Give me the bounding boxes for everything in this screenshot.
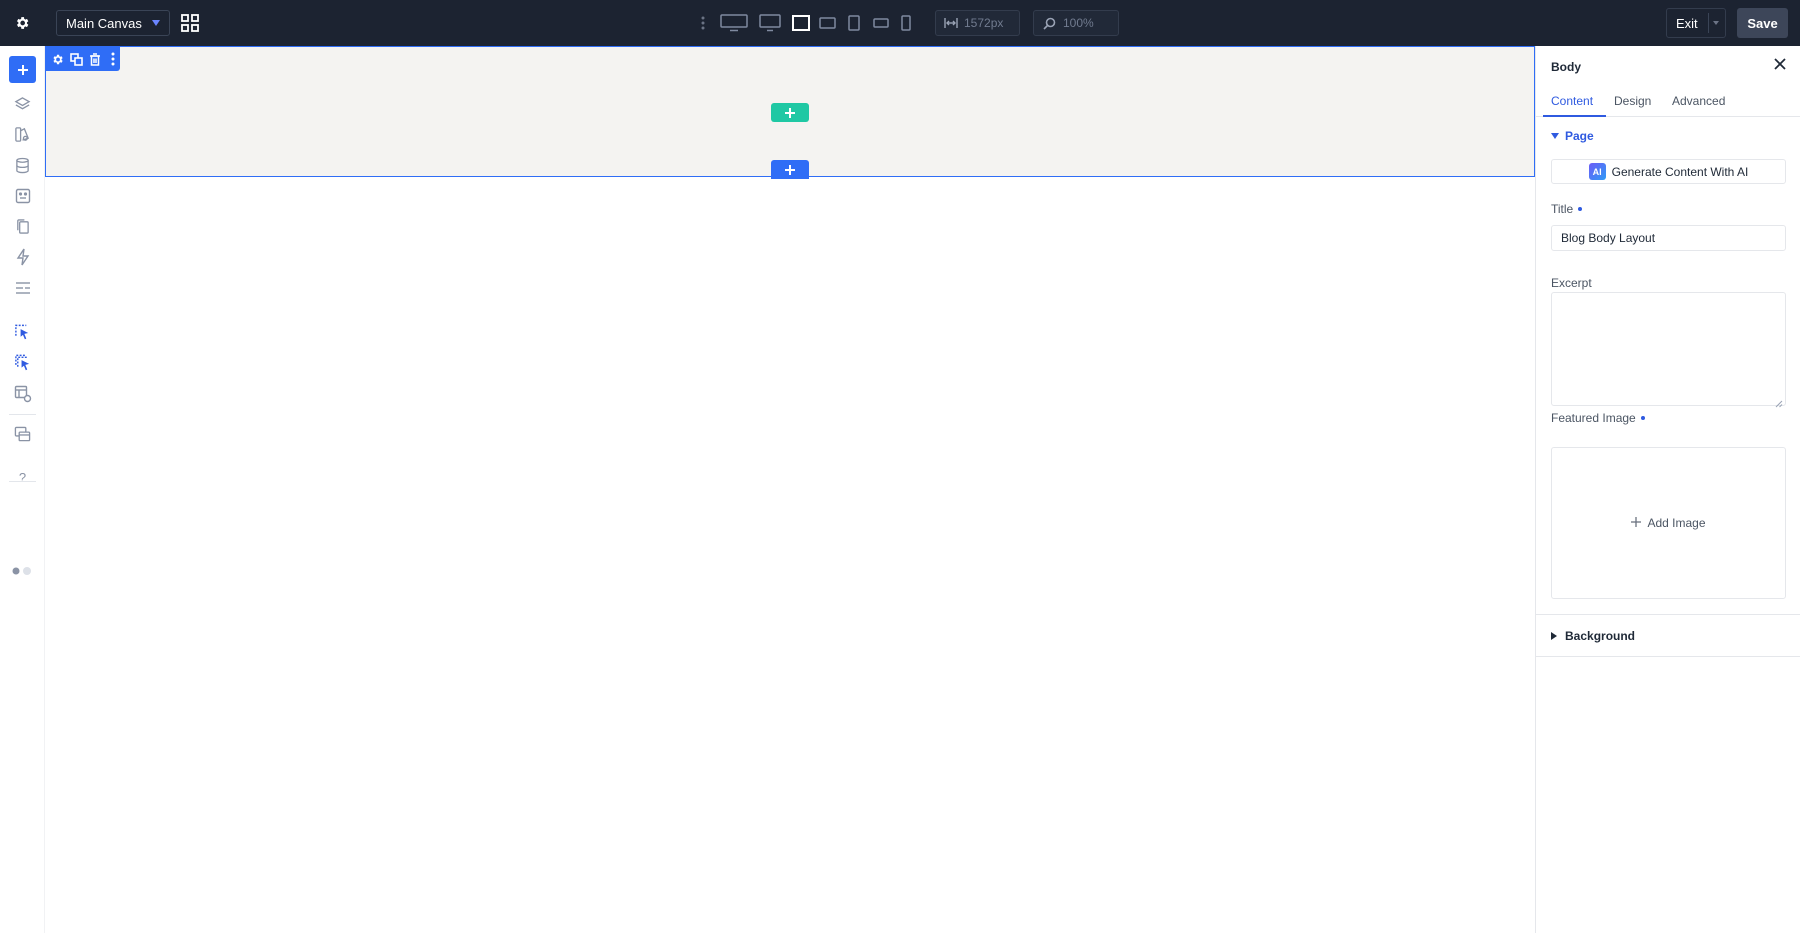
exit-divider — [1708, 13, 1709, 33]
required-dot — [1640, 416, 1645, 420]
zoom-input[interactable]: 100% — [1033, 10, 1119, 36]
add-inner-element-button[interactable] — [771, 103, 809, 122]
exit-button[interactable]: Exit — [1666, 8, 1726, 38]
layers-icon[interactable] — [12, 94, 33, 115]
more-vertical-icon[interactable] — [107, 51, 121, 67]
device-mobile-portrait-icon[interactable] — [901, 11, 911, 35]
page-section-label: Page — [1565, 129, 1594, 143]
generate-ai-content-button[interactable]: AI Generate Content With AI — [1551, 159, 1786, 184]
add-image-dropzone[interactable]: Add Image — [1551, 447, 1786, 599]
canvas-width-input[interactable]: 1572px — [935, 10, 1020, 36]
panel-tabs: Content Design Advanced — [1536, 88, 1800, 117]
exit-label: Exit — [1676, 15, 1698, 31]
sidebar-divider — [9, 414, 36, 415]
settings-gear-icon[interactable] — [11, 12, 33, 34]
plus-icon — [1631, 516, 1642, 530]
canvas-selector-dropdown[interactable]: Main Canvas — [56, 10, 170, 36]
canvas-selector-label: Main Canvas — [66, 15, 142, 31]
device-desktop-wide-icon[interactable] — [720, 11, 748, 35]
template-settings-icon[interactable] — [12, 383, 33, 404]
interaction-cursor-icon[interactable] — [12, 321, 33, 342]
section-toolbar — [46, 47, 120, 71]
gear-icon[interactable] — [51, 51, 65, 67]
title-input[interactable]: Blog Body Layout — [1551, 225, 1786, 251]
duplicate-icon[interactable] — [69, 51, 84, 67]
chevron-down-icon[interactable] — [1713, 21, 1719, 25]
panel-divider — [1536, 614, 1800, 615]
active-tab-indicator — [1543, 115, 1606, 117]
tab-content[interactable]: Content — [1551, 94, 1593, 108]
canvas-width-value: 1572px — [964, 16, 1004, 30]
database-icon[interactable] — [12, 155, 33, 176]
add-image-label: Add Image — [1647, 516, 1706, 530]
ai-icon: AI — [1588, 163, 1606, 180]
excerpt-field-label: Excerpt — [1551, 276, 1592, 290]
width-arrows-icon — [944, 17, 958, 32]
grid-view-icon[interactable] — [181, 14, 199, 32]
title-field-label: Title — [1551, 202, 1583, 216]
page-section-header[interactable]: Page — [1551, 129, 1594, 143]
close-icon[interactable] — [1772, 56, 1788, 72]
chevron-down-icon — [152, 20, 160, 26]
panel-divider — [1536, 656, 1800, 657]
device-laptop-icon[interactable] — [792, 11, 810, 35]
windows-overlay-icon[interactable] — [12, 424, 33, 445]
required-dot — [1578, 207, 1583, 211]
search-icon — [1043, 17, 1056, 33]
trash-icon[interactable] — [88, 51, 102, 67]
background-section-header[interactable]: Background — [1551, 629, 1635, 643]
lightning-icon[interactable] — [12, 246, 33, 267]
top-toolbar: Main Canvas 1572px 100% Exit Save — [0, 0, 1800, 46]
zoom-value: 100% — [1063, 16, 1094, 30]
featured-image-label: Featured Image — [1551, 411, 1645, 425]
panel-title: Body — [1551, 60, 1581, 74]
properties-panel: Body Content Design Advanced Page AI Gen… — [1535, 46, 1800, 933]
save-button[interactable]: Save — [1737, 8, 1788, 38]
excerpt-textarea[interactable] — [1551, 292, 1786, 408]
more-vertical-icon[interactable] — [698, 14, 708, 32]
device-desktop-icon[interactable] — [759, 11, 781, 35]
theme-toggle-icon[interactable] — [11, 563, 35, 575]
forms-icon[interactable] — [12, 277, 33, 298]
background-section-label: Background — [1565, 629, 1636, 643]
selected-body-section[interactable] — [45, 46, 1535, 179]
styles-palette-icon[interactable] — [12, 124, 33, 145]
title-input-value: Blog Body Layout — [1561, 231, 1656, 245]
resize-handle-icon[interactable] — [1775, 395, 1783, 408]
components-icon[interactable] — [12, 185, 33, 206]
help-question-icon[interactable]: ? — [12, 470, 33, 490]
add-section-below-button[interactable] — [771, 160, 809, 179]
caret-right-icon — [1551, 632, 1557, 640]
device-tablet-portrait-icon[interactable] — [848, 11, 860, 35]
multi-select-cursor-icon[interactable] — [12, 351, 33, 372]
left-sidebar: ? — [0, 46, 45, 933]
sidebar-divider — [9, 481, 36, 482]
device-tablet-landscape-icon[interactable] — [819, 11, 836, 35]
tab-design[interactable]: Design — [1614, 94, 1651, 108]
caret-down-icon — [1551, 133, 1559, 139]
add-element-button[interactable] — [9, 56, 36, 83]
tab-advanced[interactable]: Advanced — [1672, 94, 1725, 108]
pages-copy-icon[interactable] — [12, 216, 33, 237]
generate-ai-label: Generate Content With AI — [1611, 164, 1749, 179]
device-mobile-landscape-icon[interactable] — [873, 11, 889, 35]
